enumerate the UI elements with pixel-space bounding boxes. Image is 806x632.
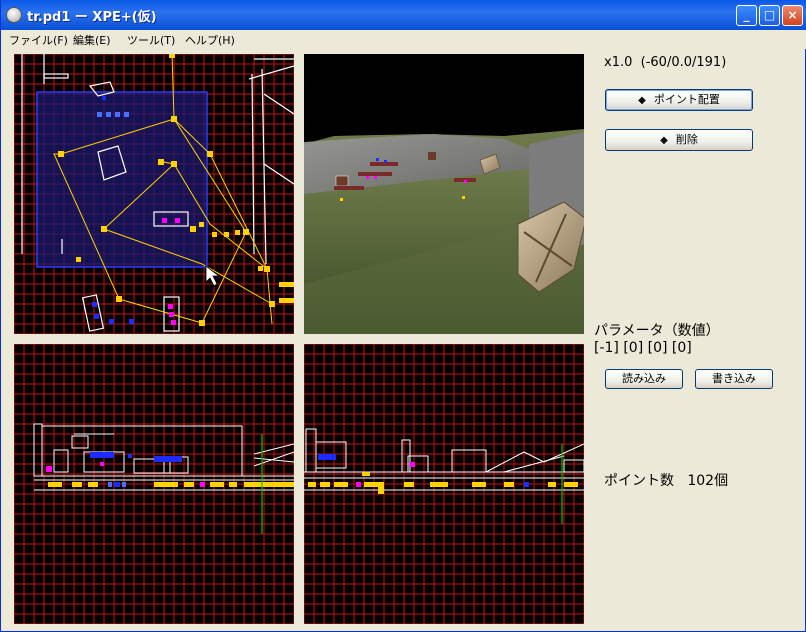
place-point-button[interactable]: ◆ ポイント配置 xyxy=(605,89,753,111)
globe-icon[interactable] xyxy=(6,7,22,23)
front-view-viewport[interactable] xyxy=(14,344,294,624)
minimize-button[interactable]: _ xyxy=(736,5,757,26)
close-button[interactable]: × xyxy=(782,5,803,26)
perspective-view-viewport[interactable] xyxy=(304,54,584,334)
delete-button[interactable]: ◆ 削除 xyxy=(605,129,753,151)
top-view-viewport[interactable] xyxy=(14,54,294,334)
parameter-label: パラメータ（数値） xyxy=(594,323,720,339)
delete-label: 削除 xyxy=(675,133,698,146)
menu-tools[interactable]: ツール(T) xyxy=(127,32,175,48)
place-point-label: ポイント配置 xyxy=(653,93,720,106)
app-window: tr.pd1 ー XPE+(仮) _ □ × ファイル(F) 編集(E) ツール… xyxy=(0,0,806,632)
menu-help[interactable]: ヘルプ(H) xyxy=(185,32,235,48)
point-count-label: ポイント数 xyxy=(604,473,674,489)
save-button[interactable]: 書き込み xyxy=(695,369,773,389)
menu-edit[interactable]: 編集(E) xyxy=(73,32,111,48)
menu-file[interactable]: ファイル(F) xyxy=(9,32,68,48)
load-button[interactable]: 読み込み xyxy=(605,369,683,389)
menu-bar: ファイル(F) 編集(E) ツール(T) ヘルプ(H) xyxy=(1,30,806,49)
point-count: ポイント数 102個 xyxy=(604,470,728,490)
cursor-coordinates: (-60/0.0/191) xyxy=(640,55,727,70)
side-view-viewport[interactable] xyxy=(304,344,584,624)
title-bar[interactable]: tr.pd1 ー XPE+(仮) _ □ × xyxy=(1,0,806,31)
zoom-value: x1.0 xyxy=(604,55,633,70)
zoom-level: x1.0 (-60/0.0/191) xyxy=(604,55,726,70)
maximize-button[interactable]: □ xyxy=(759,5,780,26)
parameter-values: [-1] [0] [0] [0] xyxy=(594,340,692,356)
window-title: tr.pd1 ー XPE+(仮) xyxy=(27,10,157,25)
point-count-value: 102個 xyxy=(687,473,729,489)
diamond-icon: ◆ xyxy=(638,95,646,106)
diamond-icon: ◆ xyxy=(660,135,668,146)
